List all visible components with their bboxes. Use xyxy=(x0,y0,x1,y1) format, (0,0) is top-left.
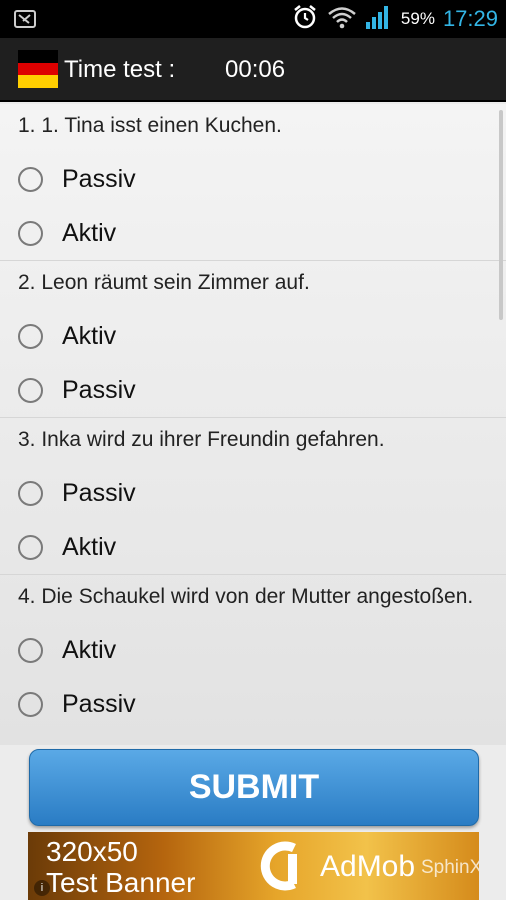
notification-icon xyxy=(14,9,36,34)
timer: 00:06 xyxy=(225,56,286,83)
option-label: Passiv xyxy=(62,375,136,404)
option-label: Passiv xyxy=(62,689,136,718)
answer-option[interactable]: Passiv xyxy=(18,677,488,731)
radio-button[interactable] xyxy=(18,377,43,403)
question-text: 3. Inka wird zu ihrer Freundin gefahren. xyxy=(18,428,385,451)
radio-button[interactable] xyxy=(18,637,43,663)
option-label: Aktiv xyxy=(62,321,117,350)
option-label: Aktiv xyxy=(62,635,117,664)
answer-option[interactable]: Aktiv xyxy=(18,520,488,574)
answer-option[interactable]: Aktiv xyxy=(18,309,488,363)
admob-logo-icon xyxy=(254,840,306,892)
clock-time: 17:29 xyxy=(442,6,498,31)
radio-button[interactable] xyxy=(18,166,43,192)
quiz-list[interactable]: 1. 1. Tina isst einen Kuchen. Passiv Akt… xyxy=(0,104,506,745)
app-bar: Time test : 00:06 xyxy=(0,38,506,102)
ad-brand-secondary: SphinX xyxy=(421,857,479,878)
scrollbar[interactable] xyxy=(499,110,503,320)
radio-button[interactable] xyxy=(18,220,43,246)
battery-percent: 59% xyxy=(400,9,435,28)
radio-button[interactable] xyxy=(18,323,43,349)
germany-flag-icon xyxy=(18,50,58,89)
answer-option[interactable]: Aktiv xyxy=(18,623,488,677)
answer-option[interactable]: Passiv xyxy=(18,466,488,520)
answer-option[interactable]: Aktiv xyxy=(18,206,488,260)
question-2: 2. Leon räumt sein Zimmer auf. Aktiv Pas… xyxy=(0,261,506,418)
alarm-icon xyxy=(291,3,319,36)
signal-icon xyxy=(365,4,393,35)
option-label: Aktiv xyxy=(62,218,117,247)
question-text: 4. Die Schaukel wird von der Mutter ange… xyxy=(18,585,474,608)
option-label: Aktiv xyxy=(62,532,117,561)
question-text: 1. 1. Tina isst einen Kuchen. xyxy=(18,114,282,137)
radio-button[interactable] xyxy=(18,691,43,717)
ad-brand: AdMob xyxy=(320,850,416,883)
ad-text-label: Test Banner xyxy=(46,867,196,898)
radio-button[interactable] xyxy=(18,480,43,506)
question-3: 3. Inka wird zu ihrer Freundin gefahren.… xyxy=(0,418,506,575)
question-4: 4. Die Schaukel wird von der Mutter ange… xyxy=(0,575,506,731)
option-label: Passiv xyxy=(62,164,136,193)
info-icon[interactable]: i xyxy=(34,880,50,896)
option-label: Passiv xyxy=(62,478,136,507)
question-text: 2. Leon räumt sein Zimmer auf. xyxy=(18,271,310,294)
answer-option[interactable]: Passiv xyxy=(18,152,488,206)
answer-option[interactable]: Passiv xyxy=(18,363,488,417)
radio-button[interactable] xyxy=(18,534,43,560)
wifi-icon xyxy=(327,5,357,34)
ad-text-size: 320x50 xyxy=(46,836,138,867)
ad-banner[interactable]: 320x50 Test Banner i AdMob SphinX xyxy=(28,832,479,900)
page-title: Time test : xyxy=(64,56,176,83)
submit-button[interactable]: SUBMIT xyxy=(29,749,479,826)
status-bar: 59% 17:29 xyxy=(0,0,506,38)
question-1: 1. 1. Tina isst einen Kuchen. Passiv Akt… xyxy=(0,104,506,261)
